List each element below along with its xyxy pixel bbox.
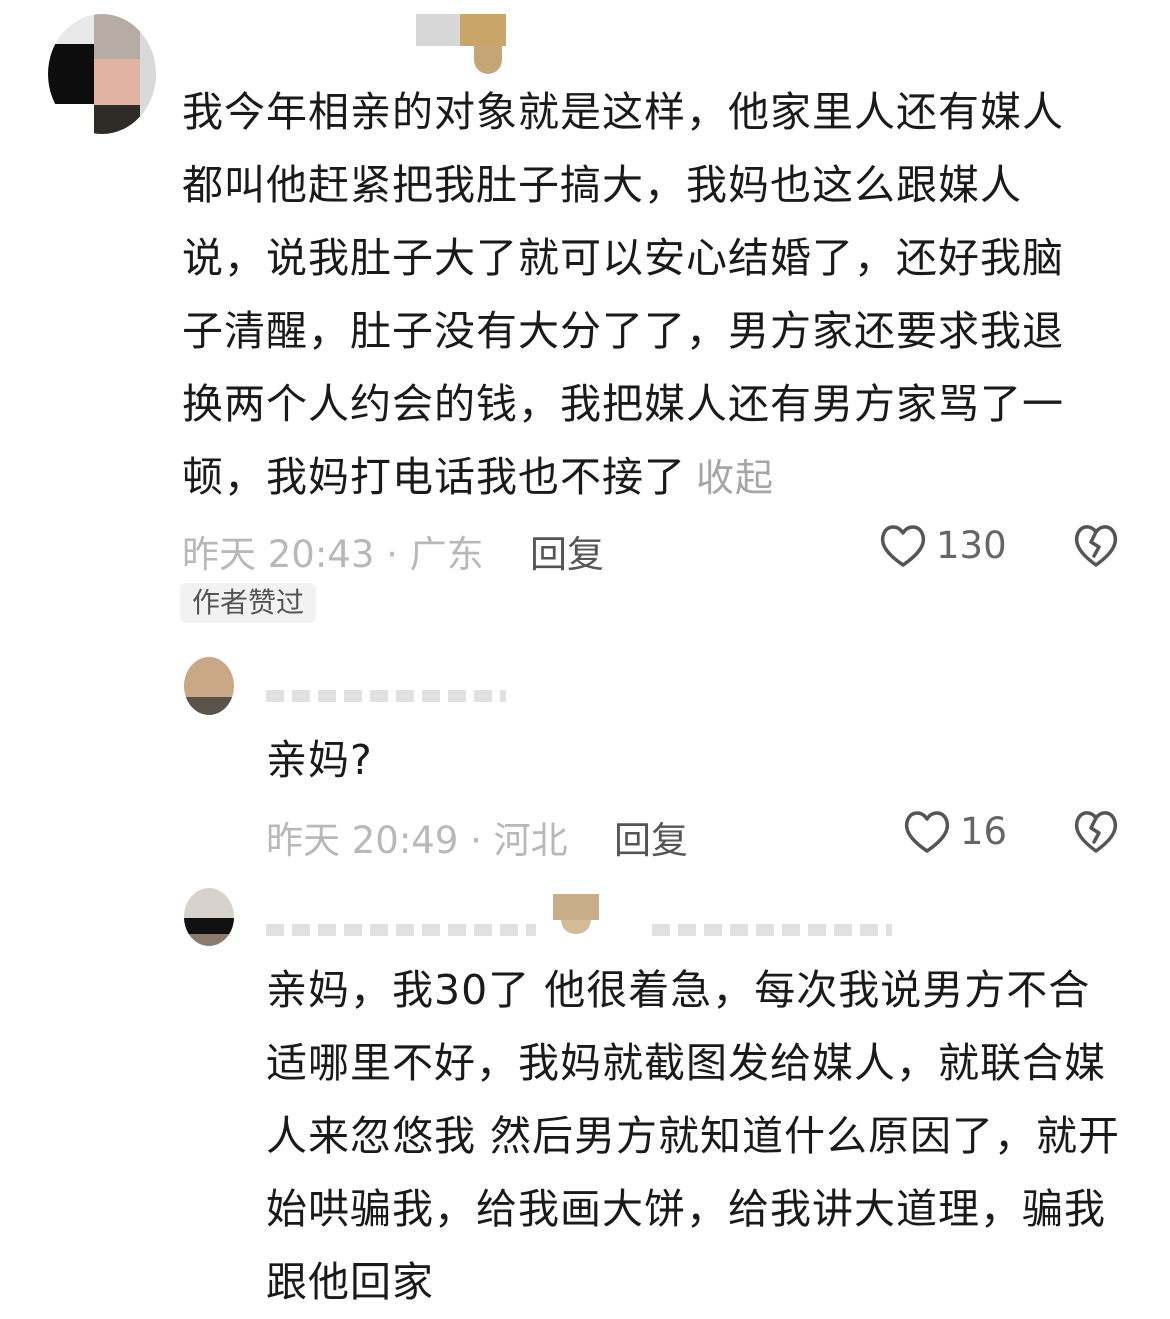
- like-button[interactable]: [878, 522, 928, 570]
- reply-button[interactable]: 回复: [530, 524, 604, 578]
- broken-heart-icon: [1074, 811, 1118, 853]
- username-obscured[interactable]: [416, 14, 506, 74]
- broken-heart-icon: [1074, 525, 1118, 567]
- username-obscured[interactable]: [266, 690, 506, 702]
- dislike-button[interactable]: [1072, 522, 1120, 570]
- comment-meta: 昨天 20:43 · 广东: [182, 533, 484, 576]
- dislike-button[interactable]: [1072, 808, 1120, 856]
- author-liked-badge: 作者赞过: [180, 583, 317, 623]
- collapse-link[interactable]: 收起: [696, 456, 774, 500]
- avatar[interactable]: [184, 657, 234, 715]
- reply-text: 亲妈，我30了 他很着急，每次我说男方不合适哪里不好，我妈就截图发给媒人，就联合…: [266, 966, 1121, 1306]
- username-badge-obscured: [553, 894, 599, 940]
- heart-outline-icon: [880, 525, 926, 567]
- username-obscured[interactable]: [266, 924, 536, 936]
- comment-text: 我今年相亲的对象就是这样，他家里人还有媒人都叫他赶紧把我肚子搞大，我妈也这么跟媒…: [182, 76, 1102, 515]
- reply-target-obscured[interactable]: [652, 924, 892, 936]
- heart-outline-icon: [904, 811, 950, 853]
- avatar[interactable]: [184, 888, 234, 946]
- reply-text: 亲妈?: [266, 736, 373, 784]
- like-count: 130: [936, 524, 1007, 567]
- avatar[interactable]: [48, 14, 156, 134]
- reply-button[interactable]: 回复: [614, 810, 688, 864]
- like-button[interactable]: [902, 808, 952, 856]
- comment-body: 我今年相亲的对象就是这样，他家里人还有媒人都叫他赶紧把我肚子搞大，我妈也这么跟媒…: [182, 88, 1064, 501]
- reply-meta: 昨天 20:49 · 河北: [266, 819, 568, 862]
- like-count: 16: [960, 810, 1008, 853]
